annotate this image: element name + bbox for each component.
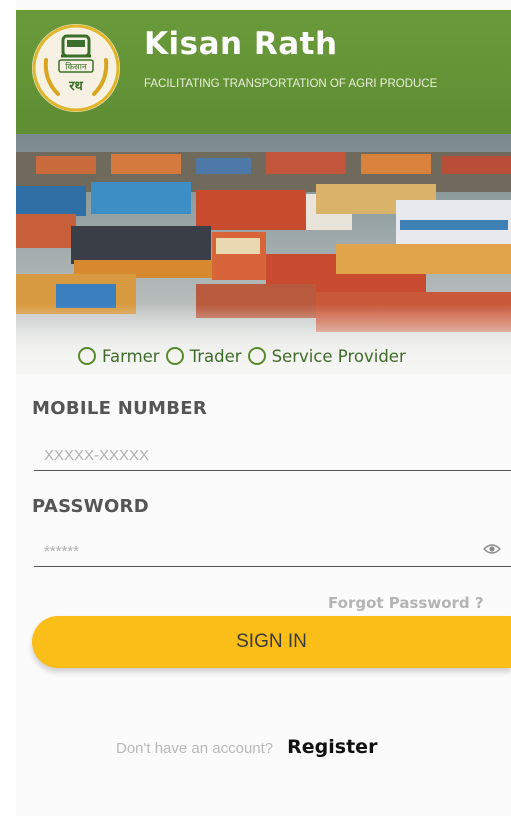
register-prompt-text: Don't have an account? [116, 740, 274, 757]
role-selector: Farmer Trader Service Provider [78, 344, 406, 368]
mobile-number-label: MOBILE NUMBER [32, 398, 208, 419]
role-label-trader: Trader [189, 346, 242, 366]
eye-icon[interactable] [483, 542, 501, 556]
register-prompt-row: Don't have an account? Register [116, 736, 377, 758]
role-label-farmer: Farmer [102, 346, 160, 366]
mobile-number-input[interactable] [34, 440, 511, 471]
app-logo: किसान रथ [32, 24, 120, 112]
sign-in-button[interactable]: SIGN IN [32, 616, 511, 668]
app-tagline: FACILITATING TRANSPORTATION OF AGRI PROD… [144, 78, 438, 90]
role-option-service-provider[interactable]: Service Provider [247, 346, 406, 366]
password-label: PASSWORD [32, 496, 149, 517]
app-title: Kisan Rath [144, 26, 338, 62]
radio-button[interactable] [78, 347, 96, 365]
logo-text-top: किसान [65, 62, 87, 73]
banner-image [16, 134, 511, 374]
logo-emblem: किसान रथ [32, 24, 120, 112]
radio-button[interactable] [247, 347, 266, 365]
logo-text-bottom: रथ [68, 79, 83, 94]
role-option-trader[interactable]: Trader [165, 346, 242, 366]
role-option-farmer[interactable]: Farmer [78, 347, 160, 366]
app-header: किसान रथ Kisan Rath FACILITATING TRANSPO… [16, 10, 511, 134]
screen-edge [0, 0, 16, 816]
register-link[interactable]: Register [287, 736, 377, 758]
truck-yard-illustration [16, 152, 511, 374]
forgot-password-link[interactable]: Forgot Password ? [328, 594, 484, 612]
role-label-service-provider: Service Provider [271, 346, 406, 366]
radio-button[interactable] [165, 347, 184, 365]
password-input[interactable] [34, 536, 511, 567]
